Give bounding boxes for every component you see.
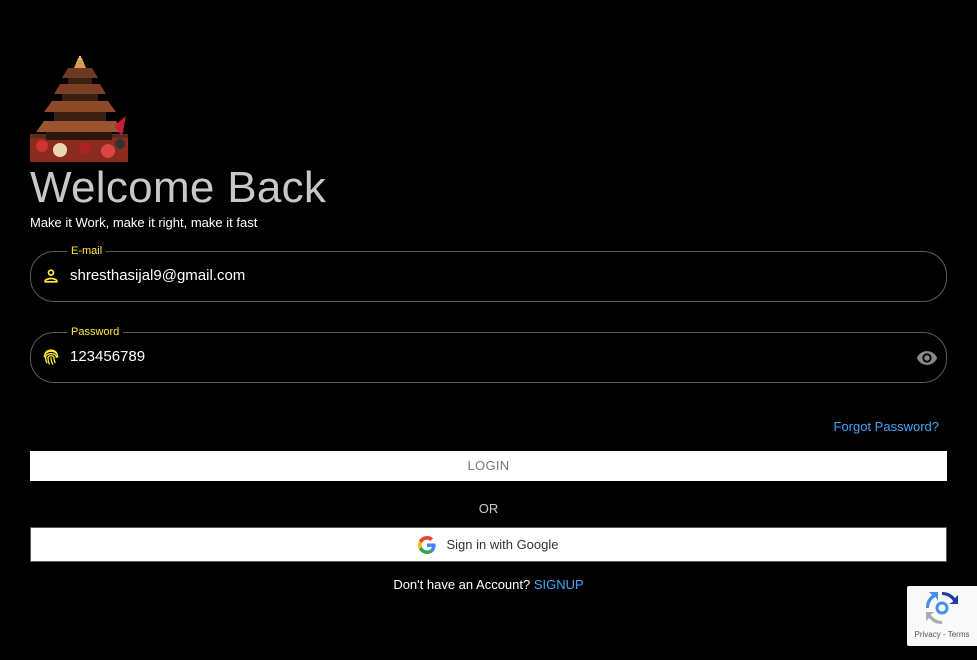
or-divider: OR [478,501,499,516]
recaptcha-links[interactable]: Privacy - Terms [907,630,977,640]
email-field[interactable]: E-mail shresthasijal9@gmail.com [30,243,947,302]
person-icon [41,266,61,286]
password-field-label: Password [67,324,124,340]
password-input[interactable]: 123456789 [70,346,870,368]
signup-row: Don't have an Account? SIGNUP [0,576,977,594]
signup-prompt: Don't have an Account? [393,577,534,592]
page-title: Welcome Back [30,163,327,212]
page-subtitle: Make it Work, make it right, make it fas… [30,215,258,230]
google-signin-label: Sign in with Google [446,537,559,552]
google-logo-icon [418,535,437,554]
recaptcha-badge[interactable]: Privacy - Terms [907,586,977,646]
forgot-password-link[interactable]: Forgot Password? [834,418,940,436]
email-field-label: E-mail [67,243,107,259]
signup-link[interactable]: SIGNUP [534,577,584,592]
visibility-toggle-icon[interactable] [916,347,938,369]
google-signin-button[interactable]: Sign in with Google [30,527,947,562]
recaptcha-icon [925,591,958,625]
temple-logo [30,56,128,162]
email-input[interactable]: shresthasijal9@gmail.com [70,265,870,287]
fingerprint-icon [41,347,61,367]
login-button[interactable]: LOGIN [30,451,947,481]
password-field[interactable]: Password 123456789 [30,324,947,383]
